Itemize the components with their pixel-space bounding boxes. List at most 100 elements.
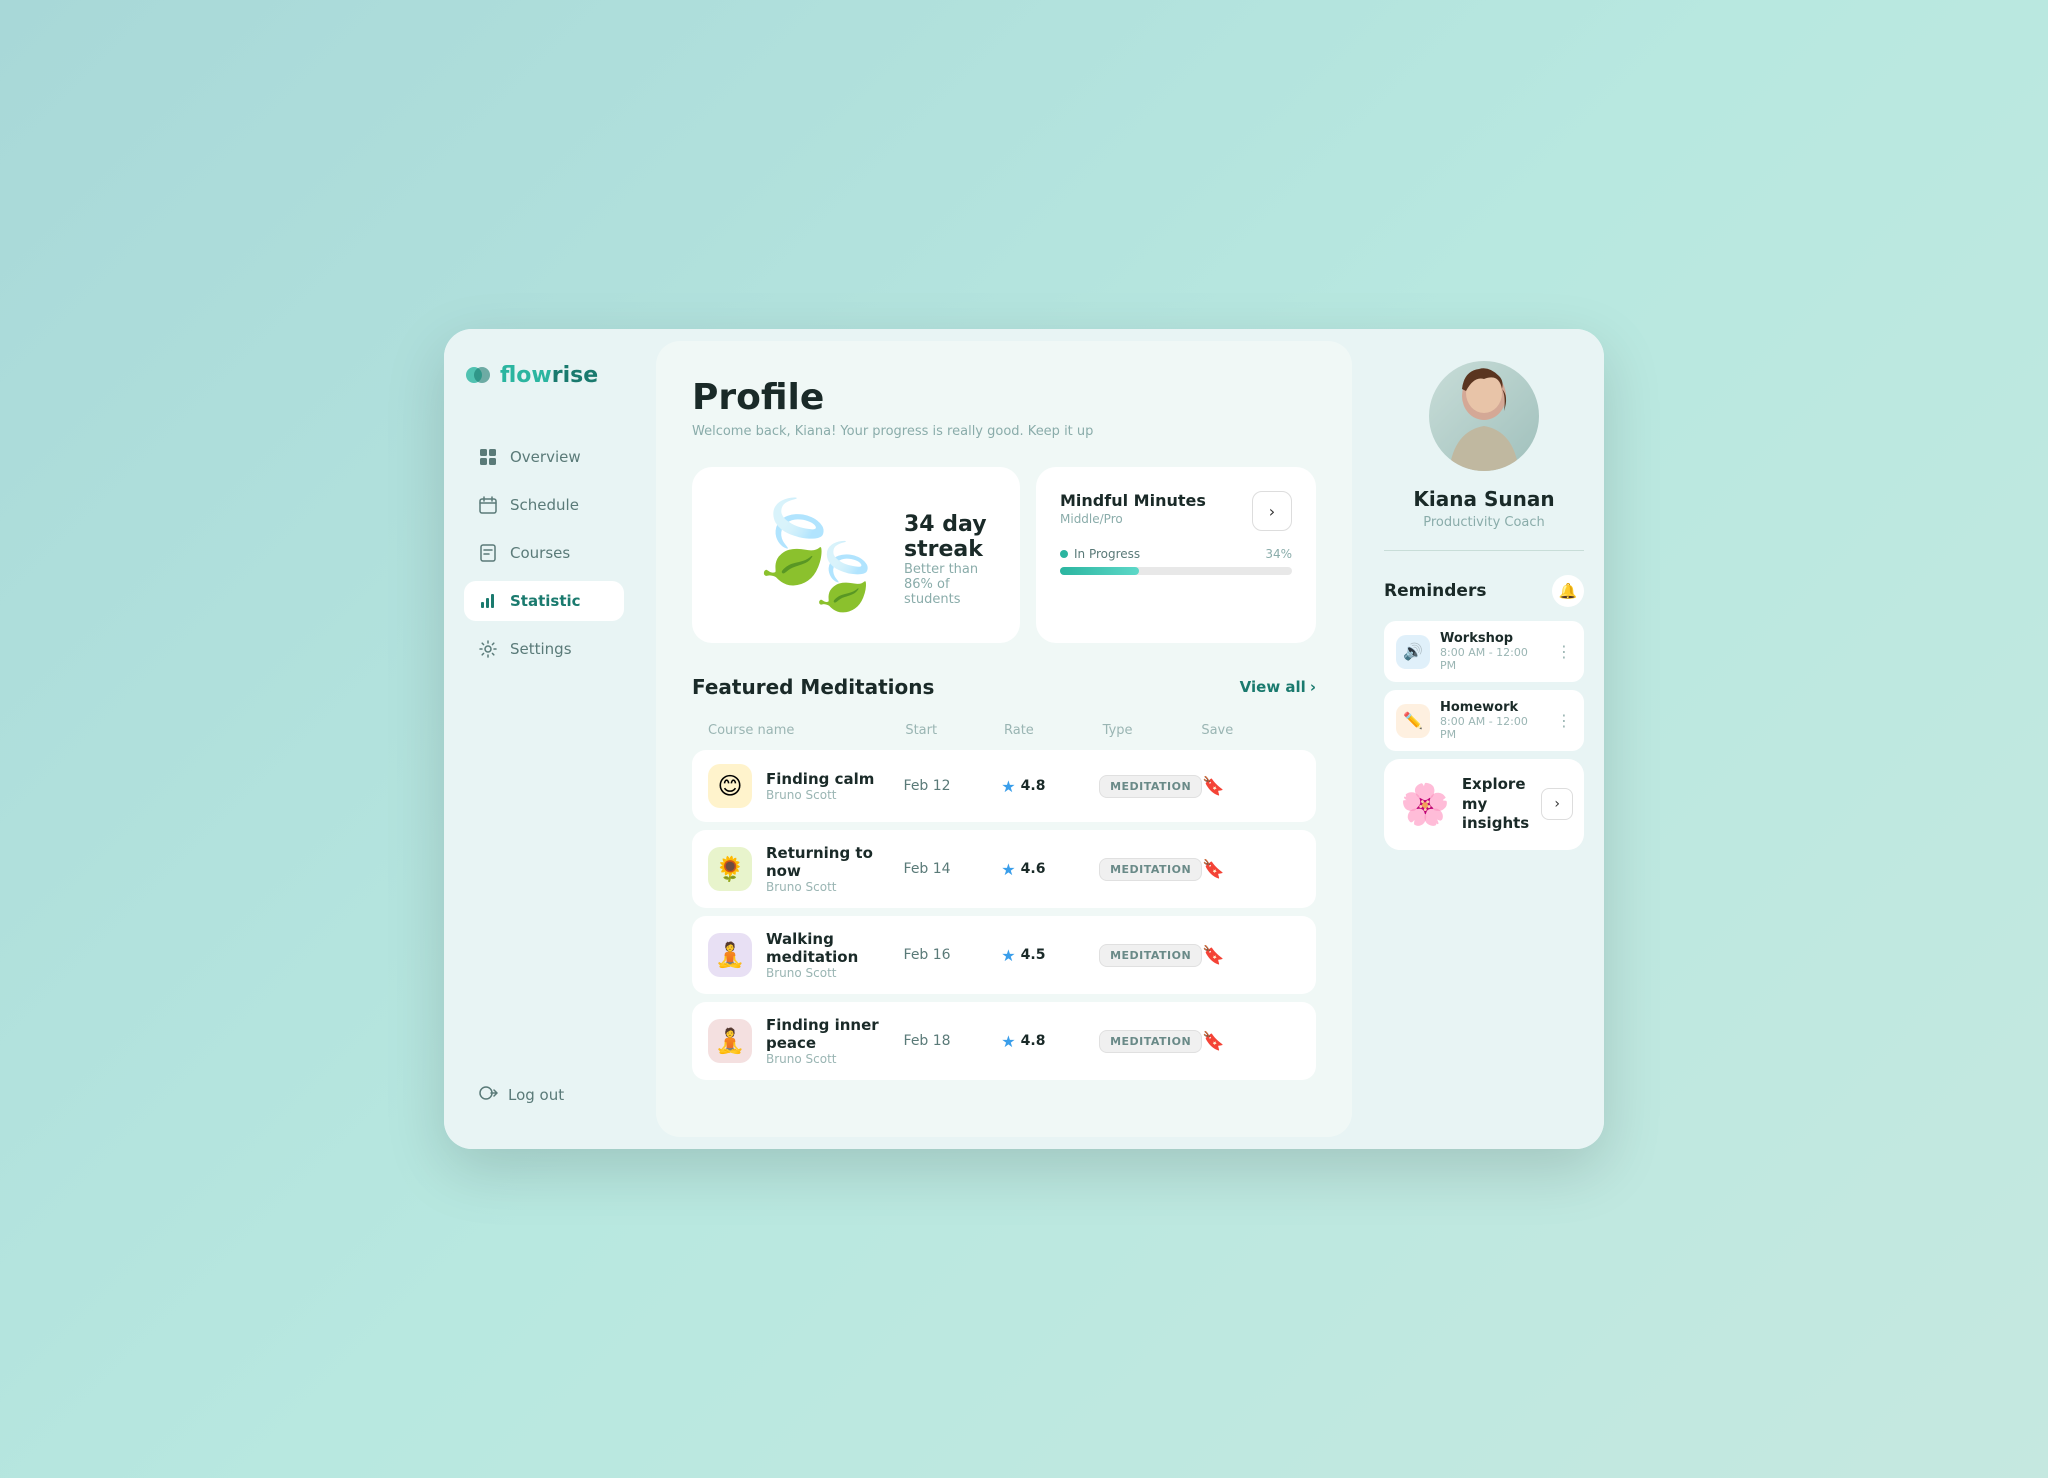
mindful-info: Mindful Minutes Middle/Pro	[1060, 491, 1206, 526]
sidebar-item-courses[interactable]: Courses	[464, 533, 624, 573]
star-icon: ★	[1001, 777, 1015, 796]
course-thumbnail: 🧘	[708, 1019, 752, 1063]
bell-button[interactable]: 🔔	[1552, 575, 1584, 607]
pencil-icon: ✏️	[1403, 711, 1423, 730]
page-subtitle: Welcome back, Kiana! Your progress is re…	[692, 424, 1316, 439]
course-thumbnail: 🌻	[708, 847, 752, 891]
course-name-cell: 🧘 Walking meditation Bruno Scott	[708, 930, 904, 980]
user-name: Kiana Sunan	[1413, 487, 1554, 511]
mindful-header: Mindful Minutes Middle/Pro ›	[1060, 491, 1292, 531]
mindful-title: Mindful Minutes	[1060, 491, 1206, 512]
course-name: Walking meditation	[766, 930, 904, 966]
course-name: Finding inner peace	[766, 1016, 904, 1052]
course-rate: ★ 4.5	[1001, 946, 1099, 965]
list-item: 🔊 Workshop 8:00 AM - 12:00 PM ⋮	[1384, 621, 1584, 682]
course-info: Finding inner peace Bruno Scott	[766, 1016, 904, 1066]
user-role: Productivity Coach	[1423, 515, 1545, 530]
insights-arrow-button[interactable]: ›	[1541, 788, 1573, 820]
table-header: Course name Start Rate Type Save	[692, 719, 1316, 742]
progress-bar-fill	[1060, 567, 1139, 575]
insights-label: Explore my insights	[1462, 775, 1529, 834]
bookmark-button[interactable]: 🔖	[1202, 945, 1300, 966]
section-header: Featured Meditations View all ›	[692, 675, 1316, 699]
reminders-header: Reminders 🔔	[1384, 575, 1584, 607]
course-info: Walking meditation Bruno Scott	[766, 930, 904, 980]
divider	[1384, 550, 1584, 551]
bookmark-button[interactable]: 🔖	[1202, 1031, 1300, 1052]
courses-icon	[478, 543, 498, 563]
reminder-info: Workshop 8:00 AM - 12:00 PM	[1440, 631, 1546, 672]
logo: flowrise	[464, 361, 624, 389]
col-type: Type	[1103, 723, 1202, 738]
app-container: flowrise Overview	[444, 329, 1604, 1149]
progress-label: In Progress 34%	[1060, 547, 1292, 561]
sidebar: flowrise Overview	[444, 329, 644, 1149]
table-row: 🧘 Finding inner peace Bruno Scott Feb 18…	[692, 1002, 1316, 1080]
workshop-icon-box: 🔊	[1396, 635, 1430, 669]
col-course-name: Course name	[708, 723, 905, 738]
reminder-name: Homework	[1440, 700, 1546, 715]
sidebar-item-schedule[interactable]: Schedule	[464, 485, 624, 525]
course-type-badge: MEDITATION	[1099, 775, 1202, 798]
streak-number: 34 day streak	[904, 512, 988, 562]
course-name-cell: 😊 Finding calm Bruno Scott	[708, 764, 904, 808]
list-item: ✏️ Homework 8:00 AM - 12:00 PM ⋮	[1384, 690, 1584, 751]
col-save: Save	[1201, 723, 1300, 738]
mindful-arrow-button[interactable]: ›	[1252, 491, 1292, 531]
settings-label: Settings	[510, 640, 572, 658]
course-name-cell: 🧘 Finding inner peace Bruno Scott	[708, 1016, 904, 1066]
course-rate: ★ 4.8	[1001, 777, 1099, 796]
logout-button[interactable]: Log out	[464, 1073, 624, 1117]
overview-icon	[478, 447, 498, 467]
flower-icon: 🌸	[1400, 781, 1450, 828]
top-cards: 🍃 🍃 34 day streak Better than 86% of stu…	[692, 467, 1316, 643]
reminder-time: 8:00 AM - 12:00 PM	[1440, 715, 1546, 741]
course-author: Bruno Scott	[766, 966, 904, 980]
course-author: Bruno Scott	[766, 880, 904, 894]
sidebar-item-overview[interactable]: Overview	[464, 437, 624, 477]
user-avatar	[1429, 361, 1539, 471]
course-info: Finding calm Bruno Scott	[766, 770, 874, 802]
bookmark-button[interactable]: 🔖	[1202, 859, 1300, 880]
reminder-options-button[interactable]: ⋮	[1556, 642, 1572, 661]
mindful-level: Middle/Pro	[1060, 512, 1206, 526]
view-all-chevron: ›	[1310, 678, 1316, 696]
courses-label: Courses	[510, 544, 570, 562]
nav-items: Overview Schedule Course	[464, 437, 624, 1073]
schedule-label: Schedule	[510, 496, 579, 514]
sidebar-item-settings[interactable]: Settings	[464, 629, 624, 669]
logout-icon	[478, 1083, 498, 1107]
table-row: 🧘 Walking meditation Bruno Scott Feb 16 …	[692, 916, 1316, 994]
course-start: Feb 18	[904, 1033, 1002, 1049]
bookmark-button[interactable]: 🔖	[1202, 776, 1300, 797]
course-start: Feb 16	[904, 947, 1002, 963]
star-icon: ★	[1001, 1032, 1015, 1051]
course-info: Returning to now Bruno Scott	[766, 844, 904, 894]
course-start: Feb 14	[904, 861, 1002, 877]
course-author: Bruno Scott	[766, 788, 874, 802]
course-name: Returning to now	[766, 844, 904, 880]
right-panel: Kiana Sunan Productivity Coach Reminders…	[1364, 329, 1604, 1149]
streak-info: 34 day streak Better than 86% of student…	[904, 512, 988, 615]
insights-card: 🌸 Explore my insights ›	[1384, 759, 1584, 850]
statistic-icon	[478, 591, 498, 611]
reminder-options-button[interactable]: ⋮	[1556, 711, 1572, 730]
section-title: Featured Meditations	[692, 675, 934, 699]
course-thumbnail: 😊	[708, 764, 752, 808]
logo-text: flowrise	[500, 363, 598, 388]
statistic-label: Statistic	[510, 592, 581, 610]
view-all-button[interactable]: View all ›	[1240, 678, 1316, 696]
small-leaf-icon: 🍃	[803, 539, 884, 615]
course-name: Finding calm	[766, 770, 874, 788]
leaves-decoration: 🍃 🍃	[724, 495, 884, 615]
sidebar-item-statistic[interactable]: Statistic	[464, 581, 624, 621]
schedule-icon	[478, 495, 498, 515]
progress-status: In Progress	[1060, 547, 1140, 561]
mindful-card: Mindful Minutes Middle/Pro › In Progress…	[1036, 467, 1316, 643]
reminders-title: Reminders	[1384, 581, 1486, 601]
logout-label: Log out	[508, 1086, 564, 1104]
reminder-name: Workshop	[1440, 631, 1546, 646]
speaker-icon: 🔊	[1403, 642, 1423, 661]
course-author: Bruno Scott	[766, 1052, 904, 1066]
course-type-badge: MEDITATION	[1099, 858, 1202, 881]
